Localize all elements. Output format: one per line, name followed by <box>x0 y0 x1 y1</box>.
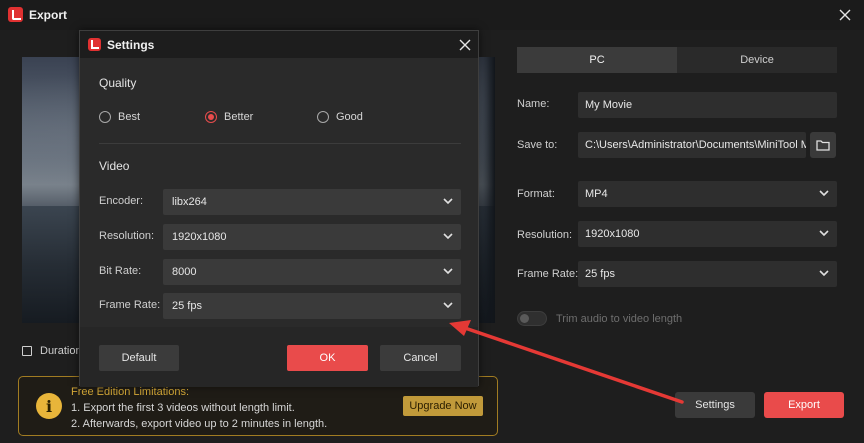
window-titlebar: Export <box>0 0 864 30</box>
bit-rate-value: 8000 <box>172 266 197 278</box>
save-to-value: C:\Users\Administrator\Documents\MiniToo… <box>585 139 806 151</box>
dialog-titlebar: Settings <box>80 31 478 58</box>
film-icon <box>22 346 32 356</box>
encoder-value: libx264 <box>172 196 207 208</box>
close-icon[interactable] <box>457 37 473 53</box>
dialog-frame-rate-label: Frame Rate: <box>99 299 161 311</box>
resolution-label: Resolution: <box>517 229 573 241</box>
radio-label: Best <box>118 111 141 123</box>
dialog-frame-rate-select[interactable]: 25 fps <box>163 293 461 319</box>
duration-label: Duration: <box>40 345 85 357</box>
frame-rate-label: Frame Rate: <box>517 268 579 280</box>
close-icon[interactable] <box>836 6 854 24</box>
settings-button[interactable]: Settings <box>675 392 755 418</box>
format-value: MP4 <box>585 188 608 200</box>
chevron-down-icon <box>819 190 829 197</box>
settings-dialog: Settings Quality Best Better Good Video … <box>79 30 479 387</box>
chevron-down-icon <box>443 268 453 275</box>
cancel-button[interactable]: Cancel <box>380 345 461 371</box>
bit-rate-select[interactable]: 8000 <box>163 259 461 285</box>
dialog-resolution-value: 1920x1080 <box>172 231 227 243</box>
quality-heading: Quality <box>99 76 137 90</box>
radio-dot <box>205 111 217 123</box>
radio-label: Better <box>224 111 254 123</box>
encoder-select[interactable]: libx264 <box>163 189 461 215</box>
radio-label: Good <box>336 111 363 123</box>
limitations-title: Free Edition Limitations: <box>71 386 189 398</box>
quality-better-radio[interactable]: Better <box>205 111 253 123</box>
radio-dot <box>317 111 329 123</box>
dialog-resolution-label: Resolution: <box>99 230 155 242</box>
dialog-resolution-select[interactable]: 1920x1080 <box>163 224 461 250</box>
video-heading: Video <box>99 159 130 173</box>
save-to-input[interactable]: C:\Users\Administrator\Documents\MiniToo… <box>578 132 806 158</box>
name-label: Name: <box>517 98 550 110</box>
tab-device[interactable]: Device <box>677 47 837 73</box>
minitool-logo-icon <box>8 7 23 22</box>
tab-pc[interactable]: PC <box>517 47 677 73</box>
browse-folder-button[interactable] <box>810 132 836 158</box>
trim-audio-toggle[interactable] <box>517 311 547 326</box>
chevron-down-icon <box>819 230 829 237</box>
limitations-line-2: 2. Afterwards, export video up to 2 minu… <box>71 418 328 430</box>
frame-rate-select[interactable]: 25 fps <box>578 261 837 287</box>
quality-good-radio[interactable]: Good <box>317 111 363 123</box>
bit-rate-label: Bit Rate: <box>99 265 142 277</box>
section-divider <box>99 143 461 144</box>
trim-audio-label: Trim audio to video length <box>556 313 683 325</box>
dialog-frame-rate-value: 25 fps <box>172 300 202 312</box>
quality-best-radio[interactable]: Best <box>99 111 140 123</box>
chevron-down-icon <box>443 198 453 205</box>
name-input[interactable]: My Movie <box>578 92 837 118</box>
folder-icon <box>816 140 830 151</box>
name-value: My Movie <box>585 99 633 111</box>
resolution-value: 1920x1080 <box>585 228 640 240</box>
window-title: Export <box>29 8 68 22</box>
chevron-down-icon <box>443 233 453 240</box>
info-icon: i <box>36 393 62 419</box>
export-button[interactable]: Export <box>764 392 844 418</box>
default-button[interactable]: Default <box>99 345 179 371</box>
format-select[interactable]: MP4 <box>578 181 837 207</box>
format-label: Format: <box>517 188 555 200</box>
radio-dot <box>99 111 111 123</box>
chevron-down-icon <box>819 270 829 277</box>
resolution-select[interactable]: 1920x1080 <box>578 221 837 247</box>
ok-button[interactable]: OK <box>287 345 368 371</box>
minitool-logo-icon <box>88 38 101 51</box>
upgrade-now-button[interactable]: Upgrade Now <box>403 396 483 416</box>
encoder-label: Encoder: <box>99 195 144 207</box>
limitations-line-1: 1. Export the first 3 videos without len… <box>71 402 295 414</box>
frame-rate-value: 25 fps <box>585 268 615 280</box>
save-to-label: Save to: <box>517 139 558 151</box>
chevron-down-icon <box>443 302 453 309</box>
toggle-knob <box>520 314 529 323</box>
dialog-title: Settings <box>107 38 155 52</box>
